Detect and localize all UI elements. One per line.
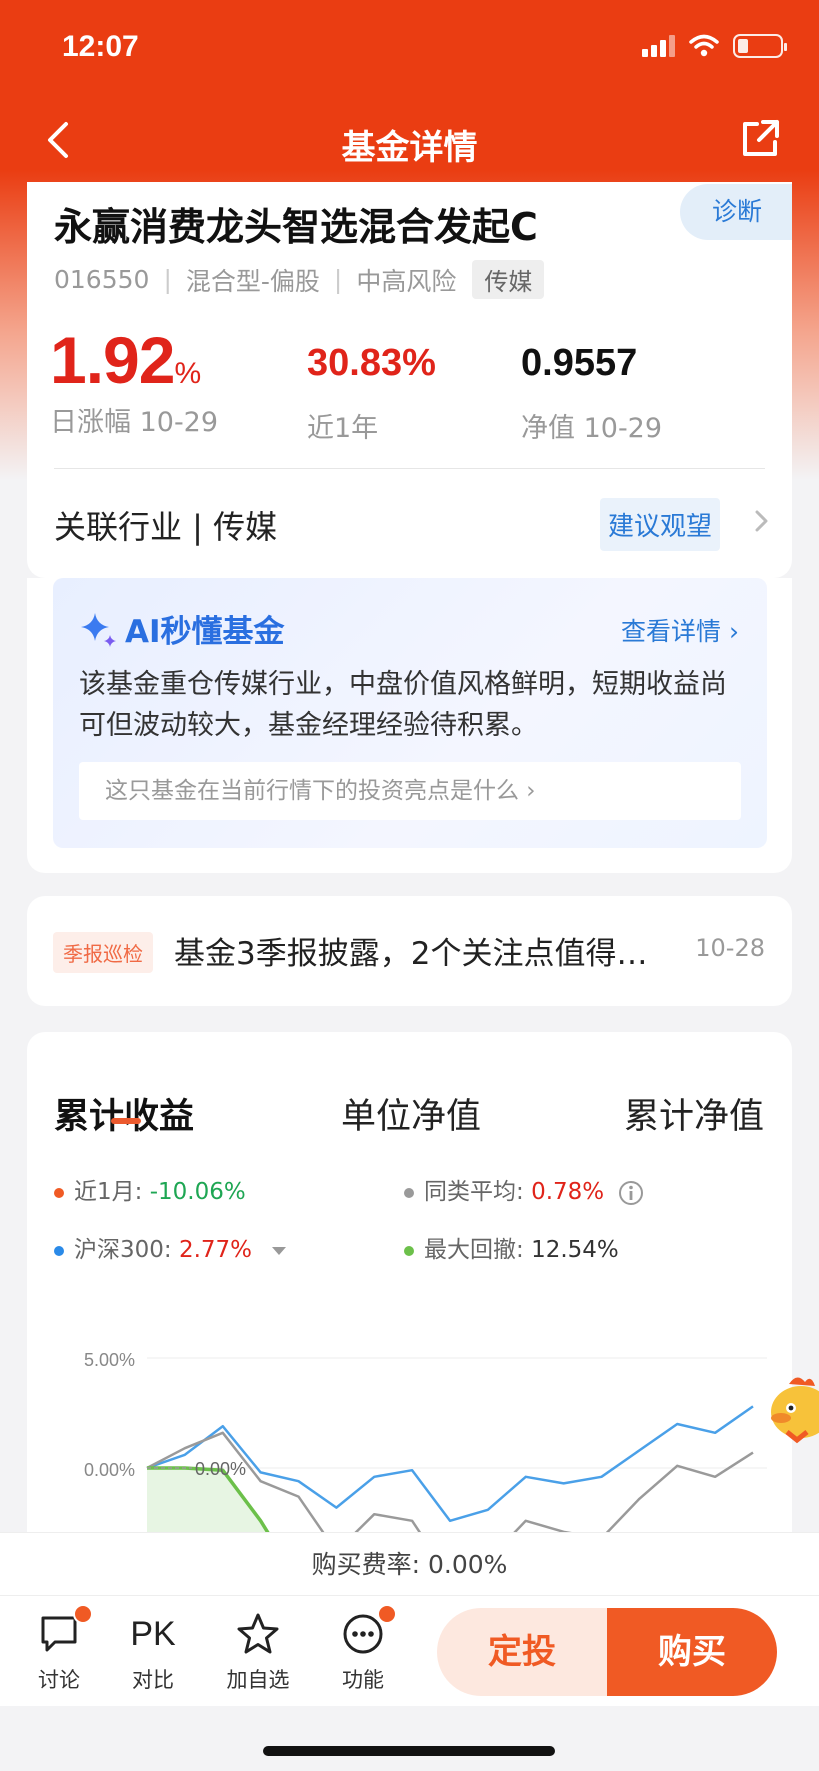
stat-month: 近1月: -10.06% (54, 1172, 246, 1206)
year-return-value: 30.83% (307, 342, 436, 384)
fund-type: 混合型-偏股 (185, 266, 320, 296)
bottom-action-bar: 讨论 PK 对比 加自选 功能 定投 购买 (0, 1596, 819, 1706)
mascot-icon[interactable] (767, 1370, 819, 1446)
daily-change-metric: 1.92% 日涨幅 10-29 (50, 322, 218, 439)
performance-line-chart: 5.00%0.00%-5.00%天天基金0.00% (84, 1350, 767, 1552)
legend-dot (54, 1187, 64, 1198)
status-icons (642, 34, 787, 58)
page-title: 基金详情 (341, 128, 478, 168)
share-icon[interactable] (737, 116, 783, 162)
stat-peer-average: 同类平均: 0.78% (404, 1172, 645, 1207)
nav-label: 净值 10-29 (521, 413, 663, 444)
notification-dot (73, 1604, 93, 1624)
tab-unit-nav[interactable]: 单位净值 (341, 1088, 481, 1139)
performance-chart-card: 累计收益 单位净值 累计净值 近1月: -10.06% 同类平均: 0.78% … (27, 1032, 792, 1552)
star-icon-wrap (218, 1610, 298, 1658)
nav-metric: 0.9557 净值 10-29 (521, 322, 662, 445)
active-tab-indicator (111, 1118, 141, 1124)
daily-change-label: 日涨幅 10-29 (50, 407, 219, 438)
purchase-fee: 购买费率: 0.00% (0, 1532, 819, 1596)
more-icon-wrap (323, 1604, 403, 1658)
star-icon (237, 1613, 279, 1654)
fund-risk: 中高风险 (356, 266, 457, 296)
ai-summary-box: AI秒懂基金 查看详情 › 该基金重仓传媒行业，中盘价值风格鲜明，短期收益尚可但… (53, 578, 767, 848)
signal-icon (642, 35, 675, 57)
home-indicator-area (0, 1706, 819, 1771)
info-icon[interactable] (617, 1179, 645, 1207)
ai-summary-text: 该基金重仓传媒行业，中盘价值风格鲜明，短期收益尚可但波动较大，基金经理经验待积累… (79, 669, 727, 741)
year-return-label: 近1年 (307, 413, 379, 444)
buy-button[interactable]: 购买 (607, 1608, 777, 1696)
meta-divider: | (163, 265, 172, 294)
news-card[interactable]: 季报巡检 基金3季报披露，2个关注点值得… 10-28 (27, 896, 792, 1006)
compare-label: 对比 (132, 1668, 174, 1692)
features-button[interactable]: 功能 (323, 1604, 403, 1694)
chart-tabs: 累计收益 单位净值 累计净值 (27, 1072, 792, 1152)
ai-suggested-question[interactable]: 这只基金在当前行情下的投资亮点是什么 › (79, 762, 741, 820)
fund-code: 016550 (54, 265, 150, 294)
news-title[interactable]: 基金3季报披露，2个关注点值得… (174, 928, 647, 973)
legend-dot (404, 1245, 414, 1256)
compare-button[interactable]: PK 对比 (113, 1610, 193, 1694)
pk-icon: PK (130, 1614, 176, 1653)
discuss-button[interactable]: 讨论 (19, 1604, 99, 1694)
ai-title: AI秒懂基金 (79, 606, 285, 651)
fixed-investment-button[interactable]: 定投 (437, 1608, 607, 1696)
advice-badge[interactable]: 建议观望 (600, 498, 721, 551)
fund-name: 永赢消费龙头智选混合发起C (54, 205, 538, 249)
y-tick-label: 0.00% (84, 1460, 135, 1480)
legend-dot (404, 1187, 414, 1198)
fund-tag: 传媒 (472, 260, 545, 299)
home-indicator (263, 1746, 555, 1756)
status-bar: 12:07 (0, 0, 819, 100)
features-label: 功能 (342, 1668, 384, 1692)
fund-meta: 016550 | 混合型-偏股 | 中高风险 传媒 (54, 260, 545, 299)
ai-view-details-link[interactable]: 查看详情 › (621, 612, 739, 648)
add-watchlist-label: 加自选 (226, 1668, 290, 1692)
meta-divider: | (333, 265, 343, 294)
daily-change-value: 1.92% (50, 323, 201, 397)
nav-value: 0.9557 (521, 342, 638, 384)
stat-index[interactable]: 沪深300: 2.77% (54, 1230, 289, 1264)
news-date: 10-28 (695, 934, 765, 962)
tab-cumulative-nav[interactable]: 累计净值 (624, 1088, 764, 1139)
divider (54, 468, 765, 469)
start-value-label: 0.00% (195, 1459, 246, 1479)
discuss-icon-wrap (19, 1604, 99, 1658)
status-time: 12:07 (62, 30, 139, 63)
chevron-right-icon[interactable] (746, 506, 776, 536)
year-return-metric: 30.83% 近1年 (307, 322, 436, 445)
stat-max-drawdown: 最大回撤: 12.54% (404, 1230, 619, 1264)
add-watchlist-button[interactable]: 加自选 (218, 1610, 298, 1694)
related-industry[interactable]: 关联行业 | 传媒 (54, 502, 277, 548)
discuss-label: 讨论 (38, 1668, 80, 1692)
ai-section: AI秒懂基金 查看详情 › 该基金重仓传媒行业，中盘价值风格鲜明，短期收益尚可但… (27, 578, 792, 873)
nav-bar: 基金详情 (0, 100, 819, 182)
caret-down-icon[interactable] (269, 1244, 289, 1258)
diagnose-button[interactable]: 诊断 (680, 184, 792, 240)
battery-icon (733, 34, 787, 58)
legend-dot (54, 1245, 64, 1256)
purchase-buttons: 定投 购买 (437, 1608, 777, 1696)
tab-cumulative-return[interactable]: 累计收益 (54, 1088, 194, 1139)
news-tag: 季报巡检 (53, 932, 153, 973)
fund-summary-card: 永赢消费龙头智选混合发起C 诊断 016550 | 混合型-偏股 | 中高风险 … (27, 182, 792, 578)
sparkle-icon (81, 612, 116, 647)
y-tick-label: 5.00% (84, 1350, 135, 1370)
wifi-icon (689, 34, 719, 57)
notification-dot (377, 1604, 397, 1624)
